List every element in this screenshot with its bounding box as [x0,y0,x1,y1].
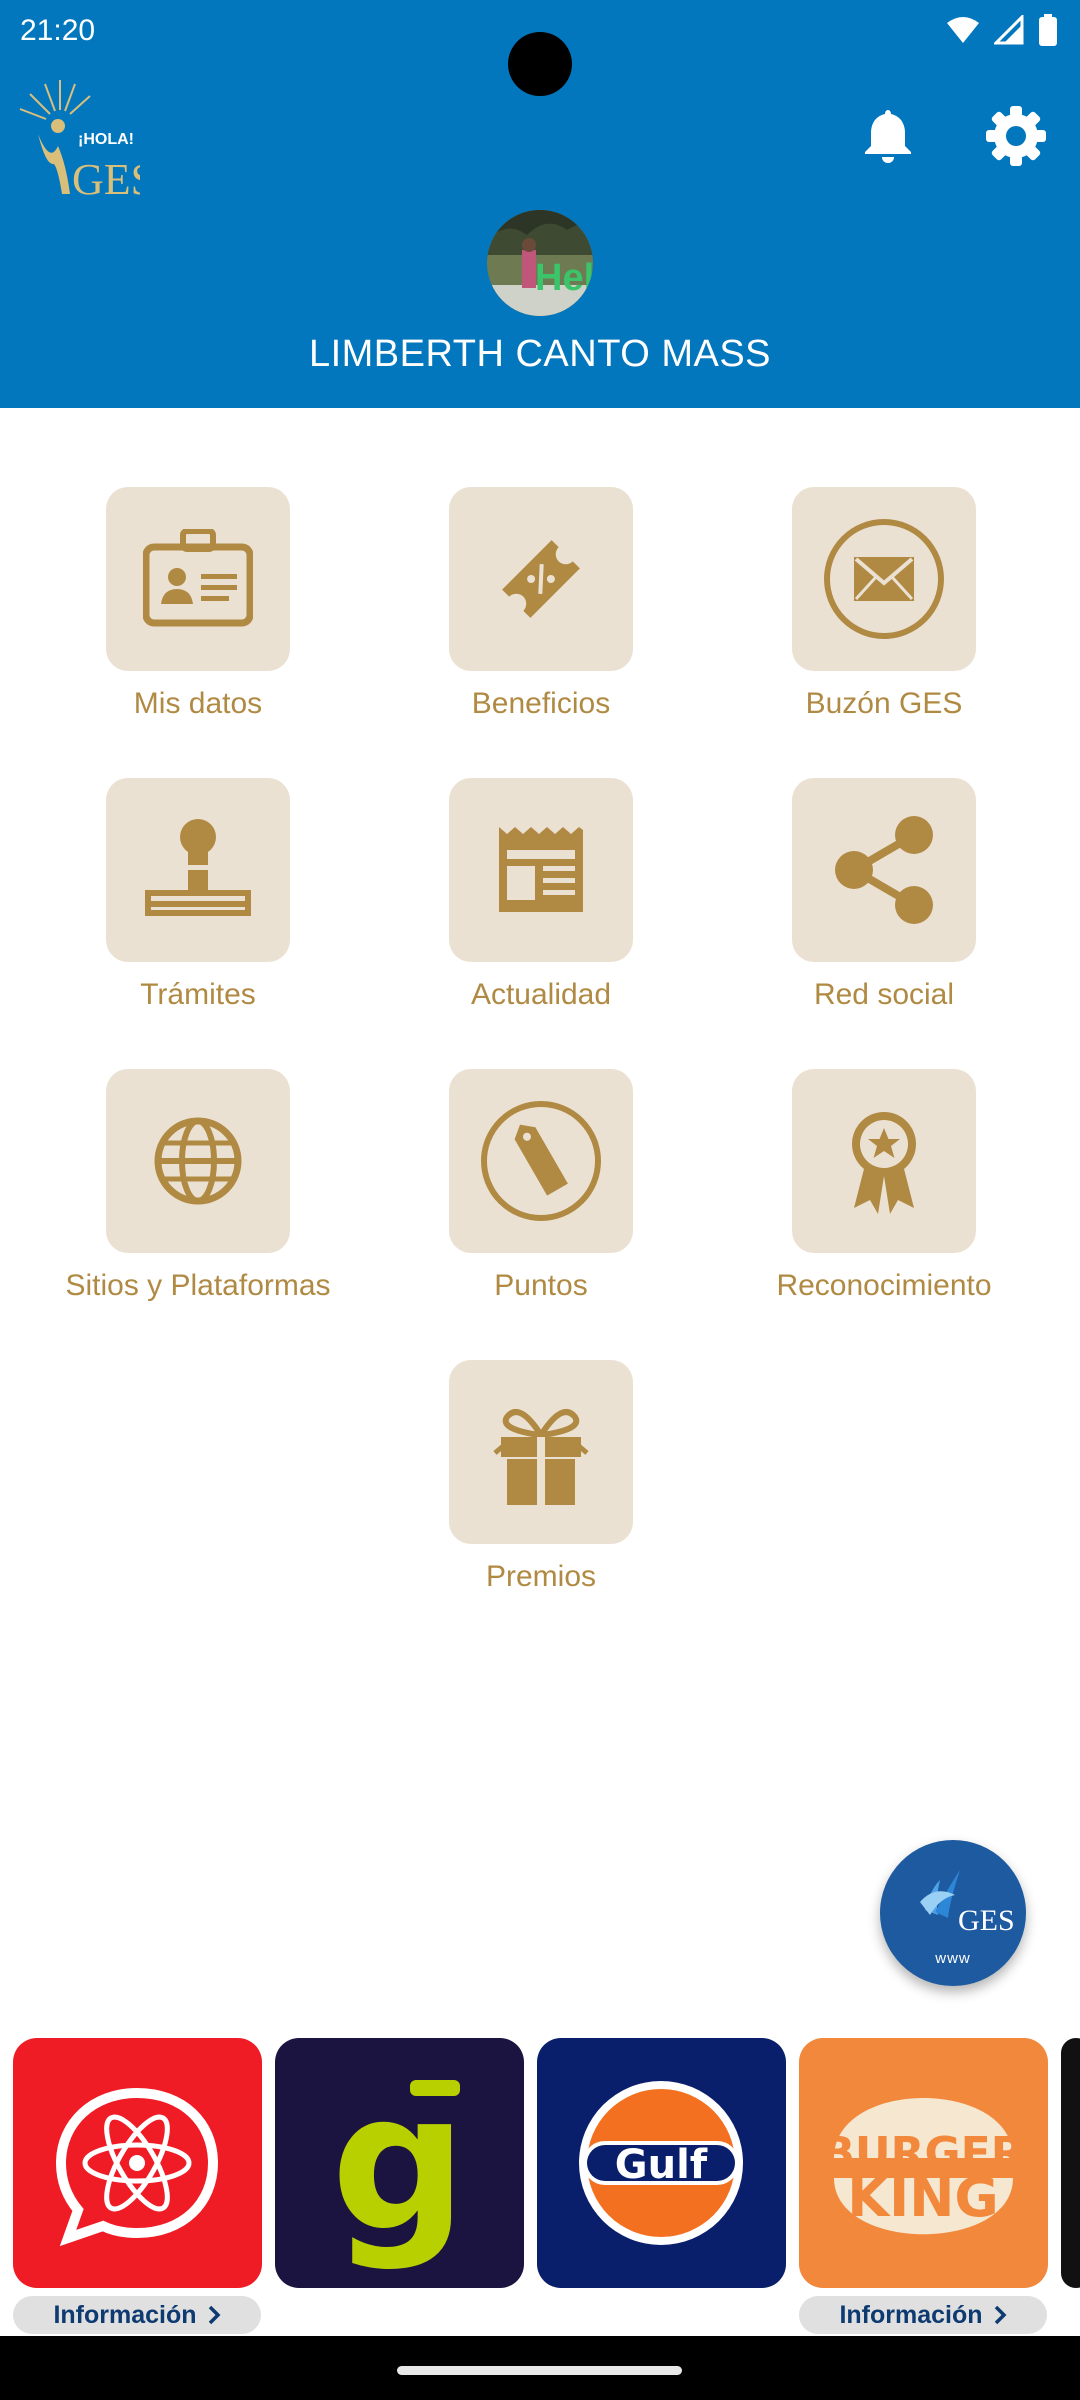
wifi-icon [947,17,979,43]
chevron-right-icon [208,2305,221,2325]
menu-tile-label: Sitios y Plataformas [65,1269,331,1302]
menu-tile-label: Mis datos [133,687,263,720]
status-icons [946,14,1058,46]
award-ribbon-icon [852,1112,916,1214]
id-card-icon [143,529,253,627]
price-tag-icon [481,1101,601,1221]
brand-card-g[interactable]: g [275,2038,524,2288]
brand-card-gulf[interactable]: Gulf [537,2038,786,2288]
battery-icon [1039,14,1057,46]
settings-button[interactable] [980,100,1052,172]
svg-text:¡HOLA!: ¡HOLA! [78,131,134,148]
info-button[interactable]: Información [799,2296,1047,2334]
gear-icon [986,106,1046,166]
svg-text:g: g [331,2052,467,2273]
menu-tile-box[interactable] [792,487,976,671]
menu-tile-box[interactable] [792,1069,976,1253]
menu-tile-box[interactable] [449,487,633,671]
menu-tile-label: Buzón GES [805,687,963,720]
status-time: 21:20 [20,14,96,47]
menu-tile-sitios[interactable]: Sitios y Plataformas [25,1069,367,1329]
menu-tile-tramites[interactable]: Trámites [25,778,367,1038]
discount-tag-icon [502,540,580,618]
hola-ges-logo: ¡HOLA! GES [10,74,155,204]
brand-card-partial[interactable] [1061,2038,1080,2288]
newspaper-icon [499,827,583,912]
bell-icon [865,110,911,163]
menu-tile-label: Red social [813,978,955,1011]
website-fab[interactable]: GES www [880,1840,1026,1986]
avatar[interactable]: Hel [487,210,593,316]
menu-tile-red-social[interactable]: Red social [711,778,1053,1038]
brand-card-burger-king[interactable]: BURGER KING [799,2038,1048,2288]
brand-carousel[interactable]: g Gulf BURGER KING [0,2038,1080,2338]
camera-cutout [508,32,572,96]
menu-tile-box[interactable] [449,778,633,962]
stamp-icon [145,819,251,916]
menu-tile-buzon-ges[interactable]: Buzón GES [711,487,1053,747]
system-nav-bar [0,2336,1080,2400]
menu-tile-label: Trámites [140,978,256,1011]
menu-tile-box[interactable] [106,487,290,671]
svg-text:GES: GES [958,1904,1015,1937]
menu-tile-label: Premios [485,1560,597,1593]
fab-label: www [935,1950,971,1967]
menu-tile-beneficios[interactable]: Beneficios [368,487,710,747]
signal-icon [994,15,1024,45]
menu-tile-puntos[interactable]: Puntos [368,1069,710,1329]
gift-icon [493,1409,589,1505]
envelope-icon [824,519,944,639]
chevron-right-icon [994,2305,1007,2325]
globe-icon [154,1117,242,1205]
svg-text:KING: KING [847,2166,998,2229]
menu-tile-premios[interactable]: Premios [368,1360,710,1620]
home-gesture-handle[interactable] [397,2366,682,2375]
menu-tile-box[interactable] [106,1069,290,1253]
chat-atom-logo-icon [55,2087,219,2247]
svg-text:Gulf: Gulf [615,2142,708,2188]
share-icon [835,816,933,924]
burger-king-logo-icon: BURGER KING [821,2098,1025,2235]
gulf-logo-icon: Gulf [579,2081,743,2245]
menu-tile-label: Puntos [494,1269,588,1302]
menu-tile-box[interactable] [449,1069,633,1253]
menu-tile-label: Beneficios [471,687,611,720]
menu-tile-actualidad[interactable]: Actualidad [368,778,710,1038]
notifications-button[interactable] [852,100,924,172]
menu-tile-box[interactable] [792,778,976,962]
menu-tile-box[interactable] [449,1360,633,1544]
menu-tile-box[interactable] [106,778,290,962]
menu-tile-label: Reconocimiento [776,1269,992,1302]
svg-text:GES: GES [72,155,140,204]
ges-logo-icon: GES [920,1870,1015,1937]
header: 21:20 ¡HOLA! GE Hel LIMBERTH CANTO MASS [0,0,1080,408]
g-logo-icon: g [331,2052,467,2273]
svg-text:Hel: Hel [535,257,593,299]
info-button[interactable]: Información [13,2296,261,2334]
user-name: LIMBERTH CANTO MASS [308,333,772,375]
brand-card-chat-atom[interactable] [13,2038,262,2288]
menu-tile-label: Actualidad [470,978,612,1011]
info-button-label: Información [53,2300,197,2329]
menu-tile-mis-datos[interactable]: Mis datos [25,487,367,747]
menu-tile-reconocimiento[interactable]: Reconocimiento [711,1069,1053,1329]
info-button-label: Información [839,2300,983,2329]
